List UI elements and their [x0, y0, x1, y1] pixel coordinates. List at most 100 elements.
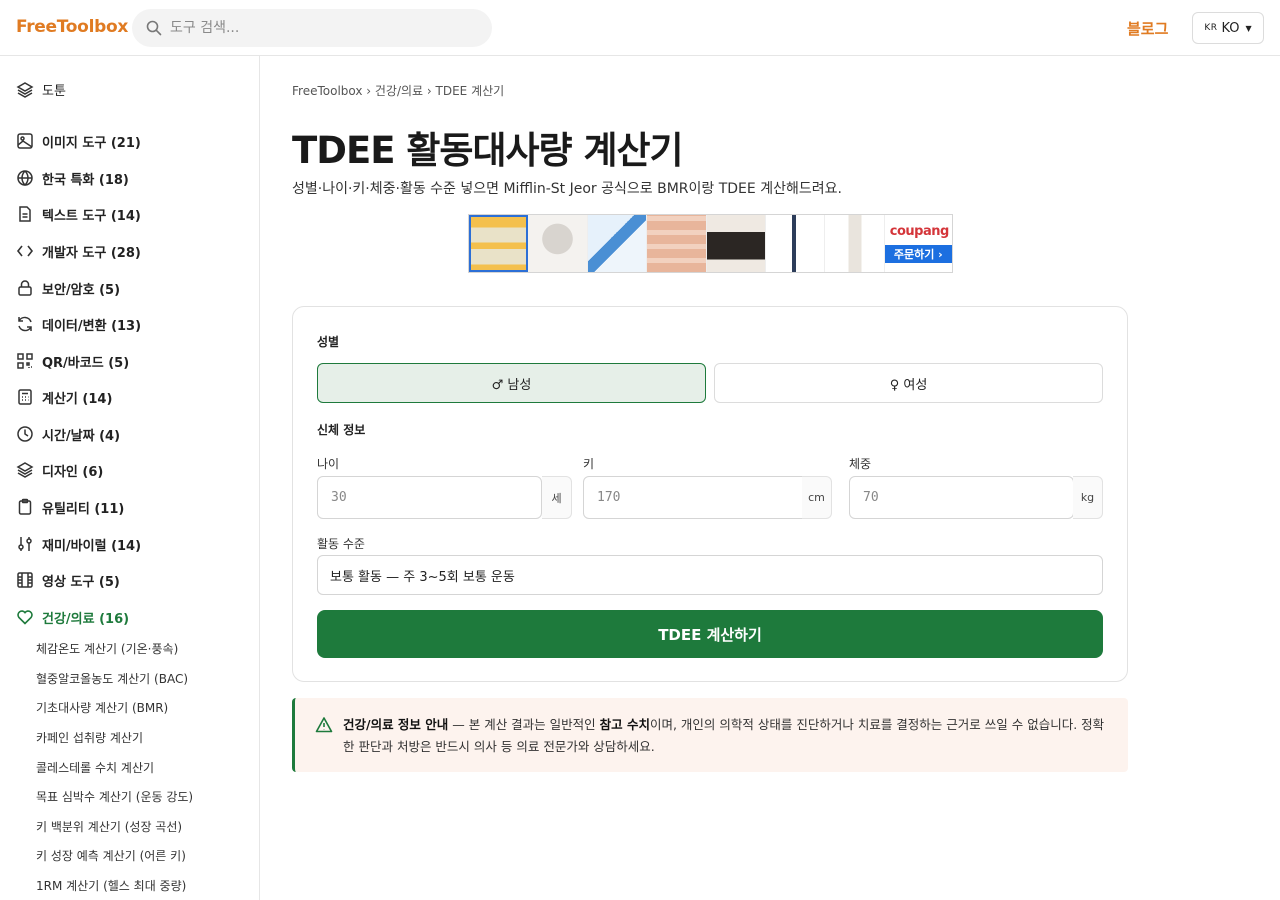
notice-body-1: — 본 계산 결과는 일반적인	[448, 717, 600, 732]
ad-product-image[interactable]	[587, 215, 648, 272]
sidebar-item-label: 도툰	[42, 84, 66, 99]
height-label: 키	[583, 457, 595, 471]
sidebar-item-image-tools[interactable]: 이미지 도구 (21)	[16, 131, 141, 151]
sidebar: 도툰 이미지 도구 (21) 한국 특화 (18) 텍스트 도구 (14) 개발…	[0, 56, 260, 900]
calculator-icon	[18, 389, 32, 405]
caret-down-icon: ▼	[1245, 23, 1252, 33]
sliders-icon	[18, 537, 32, 551]
sidebar-item-label: 계산기 (14)	[42, 391, 113, 407]
lock-icon	[18, 280, 32, 296]
film-icon	[17, 572, 33, 588]
notice-text: 건강/의료 정보 안내 — 본 계산 결과는 일반적인 참고 수치이며, 개인의…	[343, 714, 1113, 758]
globe-icon	[17, 170, 33, 187]
sidebar-item-data[interactable]: 데이터/변환 (13)	[16, 314, 141, 334]
sidebar-item-fun[interactable]: 재미/바이럴 (14)	[16, 534, 141, 554]
sidebar-subitem-wind-chill[interactable]: 체감온도 계산기 (기온·풍속)	[36, 640, 178, 657]
age-label: 나이	[317, 457, 340, 471]
ad-product-image[interactable]	[647, 215, 707, 272]
search-icon	[146, 20, 162, 36]
search-bar[interactable]	[132, 9, 492, 47]
gender-section-label: 성별	[317, 335, 340, 349]
ad-product-image[interactable]	[765, 215, 826, 272]
calculate-tdee-button[interactable]: TDEE 계산하기	[317, 610, 1103, 658]
activity-label: 활동 수준	[317, 537, 365, 551]
body-info-section-label: 신체 정보	[317, 423, 366, 437]
ad-product-image[interactable]	[825, 215, 885, 272]
sidebar-item-design[interactable]: 디자인 (6)	[16, 460, 103, 480]
layers-icon	[16, 462, 34, 478]
ad-product-image[interactable]	[469, 215, 529, 272]
sidebar-item-label: 건강/의료 (16)	[42, 611, 130, 627]
sidebar-item-utility[interactable]: 유틸리티 (11)	[16, 497, 124, 517]
sidebar-item-label: QR/바코드 (5)	[42, 355, 130, 371]
sidebar-item-dev-tools[interactable]: 개발자 도구 (28)	[16, 241, 141, 261]
top-header: FreeToolbox 블로그 KR KO ▼	[0, 0, 1280, 56]
warning-icon	[315, 717, 333, 733]
page-title: TDEE 활동대사량 계산기	[292, 129, 684, 172]
ad-banner[interactable]: coupang 주문하기 ›	[468, 214, 953, 273]
sidebar-subitem-height-prediction[interactable]: 키 성장 예측 계산기 (어른 키)	[36, 847, 186, 864]
sidebar-item-security[interactable]: 보안/암호 (5)	[16, 278, 120, 298]
sidebar-item-label: 디자인 (6)	[42, 464, 104, 480]
ad-product-image[interactable]	[528, 215, 588, 272]
age-input[interactable]: 30	[317, 476, 542, 519]
sidebar-item-time[interactable]: 시간/날짜 (4)	[16, 424, 120, 444]
sidebar-item-video[interactable]: 영상 도구 (5)	[16, 570, 120, 590]
sidebar-subitem-height-percentile[interactable]: 키 백분위 계산기 (성장 곡선)	[36, 818, 182, 835]
layers-icon	[16, 81, 34, 98]
weight-input[interactable]: 70	[849, 476, 1074, 519]
sidebar-item-label: 유틸리티 (11)	[42, 501, 125, 517]
ad-brand[interactable]: coupang 주문하기 ›	[884, 215, 952, 272]
sidebar-subitem-heart-rate[interactable]: 목표 심박수 계산기 (운동 강도)	[36, 788, 193, 805]
weight-label: 체중	[849, 457, 872, 471]
blog-link[interactable]: 블로그	[1127, 18, 1168, 39]
weight-unit: kg	[1073, 476, 1103, 519]
height-input[interactable]: 170	[583, 476, 808, 519]
code-icon	[16, 245, 34, 257]
male-option-button[interactable]: ♂ 남성	[317, 363, 706, 403]
sidebar-item-label: 이미지 도구 (21)	[42, 135, 141, 151]
ad-product-image[interactable]	[706, 215, 766, 272]
sidebar-item-label: 한국 특화 (18)	[42, 172, 129, 188]
notice-emphasis: 참고 수치	[599, 717, 650, 732]
breadcrumb[interactable]: FreeToolbox › 건강/의료 › TDEE 계산기	[292, 82, 504, 99]
site-logo[interactable]: FreeToolbox	[16, 17, 128, 37]
sidebar-item-text-tools[interactable]: 텍스트 도구 (14)	[16, 204, 141, 224]
sidebar-item-label: 데이터/변환 (13)	[42, 318, 142, 334]
search-input[interactable]	[170, 9, 480, 47]
notice-title: 건강/의료 정보 안내	[343, 717, 449, 732]
clock-icon	[17, 426, 33, 442]
sidebar-subitem-cholesterol[interactable]: 콜레스테롤 수치 계산기	[36, 759, 154, 776]
flag-icon: KR	[1204, 23, 1218, 33]
sidebar-item-label: 재미/바이럴 (14)	[42, 538, 142, 554]
image-icon	[17, 133, 33, 149]
sidebar-subitem-bac[interactable]: 혈중알코올농도 계산기 (BAC)	[36, 670, 188, 687]
ad-order-button[interactable]: 주문하기 ›	[884, 245, 952, 263]
sidebar-subitem-bmr[interactable]: 기초대사량 계산기 (BMR)	[36, 699, 168, 716]
sidebar-item-label: 텍스트 도구 (14)	[42, 208, 141, 224]
activity-select[interactable]: 보통 활동 — 주 3~5회 보통 운동	[317, 555, 1103, 595]
male-option-label: ♂ 남성	[491, 377, 532, 393]
language-label: KO	[1221, 20, 1240, 36]
sidebar-item-all[interactable]: 도툰	[16, 80, 66, 99]
height-unit: cm	[802, 476, 832, 519]
sidebar-item-korea[interactable]: 한국 특화 (18)	[16, 168, 129, 188]
clipboard-icon	[18, 498, 32, 515]
qr-icon	[17, 353, 33, 369]
tdee-form-card: 성별 ♂ 남성 ♀ 여성 신체 정보 나이 30 세 키 170 cm 체중 7…	[292, 306, 1128, 682]
sidebar-subitem-1rm[interactable]: 1RM 계산기 (헬스 최대 중량)	[36, 877, 186, 894]
sidebar-item-label: 보안/암호 (5)	[42, 282, 121, 298]
sidebar-item-qr[interactable]: QR/바코드 (5)	[16, 351, 129, 371]
sidebar-item-calculator[interactable]: 계산기 (14)	[16, 387, 112, 407]
sidebar-item-label: 영상 도구 (5)	[42, 574, 120, 590]
health-notice: 건강/의료 정보 안내 — 본 계산 결과는 일반적인 참고 수치이며, 개인의…	[292, 698, 1128, 772]
heart-icon	[17, 610, 33, 625]
female-option-button[interactable]: ♀ 여성	[714, 363, 1103, 403]
sidebar-subitem-caffeine[interactable]: 카페인 섭취량 계산기	[36, 729, 143, 746]
ad-brand-logo: coupang	[889, 224, 950, 239]
refresh-icon	[18, 316, 32, 332]
language-selector[interactable]: KR KO ▼	[1192, 12, 1264, 44]
sidebar-item-health[interactable]: 건강/의료 (16)	[16, 607, 129, 627]
page-subtitle: 성별·나이·키·체중·활동 수준 넣으면 Mifflin-St Jeor 공식으…	[292, 181, 842, 197]
sidebar-item-label: 시간/날짜 (4)	[42, 428, 121, 444]
